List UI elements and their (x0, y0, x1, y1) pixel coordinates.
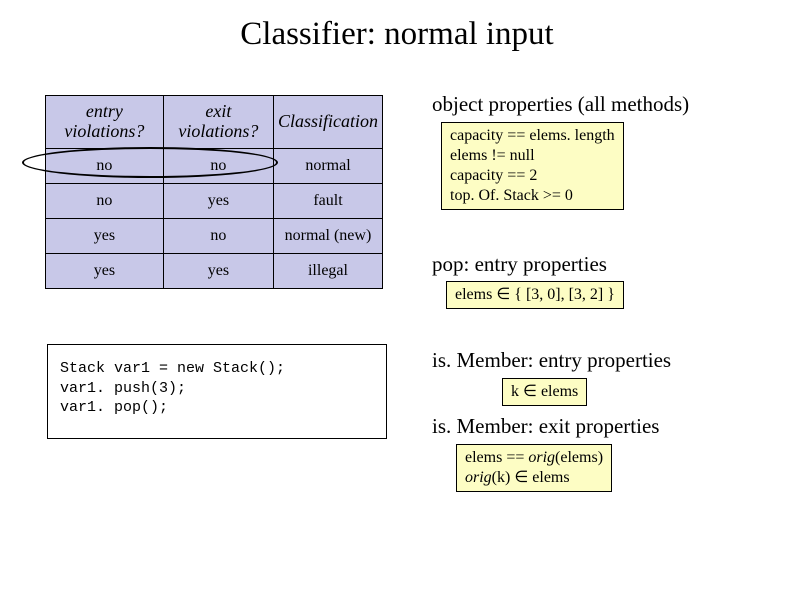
cell-cls: normal (new) (273, 218, 382, 253)
text: (elems) (555, 449, 603, 466)
table-row: no yes fault (46, 183, 383, 218)
object-properties-header: object properties (all methods) (432, 92, 689, 117)
ismember-entry-box: k ∈ elems (502, 378, 587, 406)
table-row: yes yes illegal (46, 253, 383, 288)
cell-exit: yes (163, 253, 273, 288)
col-entry-violations: entry violations? (46, 96, 164, 149)
orig-text: orig (465, 469, 492, 486)
table-row: yes no normal (new) (46, 218, 383, 253)
ismember-exit-header: is. Member: exit properties (432, 414, 659, 439)
cell-cls: fault (273, 183, 382, 218)
slide-title: Classifier: normal input (0, 16, 794, 53)
text: (k) ∈ elems (492, 469, 570, 486)
prop-line: elems == orig(elems) (465, 448, 603, 468)
cell-entry: yes (46, 218, 164, 253)
prop-line: capacity == elems. length (450, 126, 615, 146)
prop-line: elems != null (450, 146, 615, 166)
ismember-exit-box: elems == orig(elems) orig(k) ∈ elems (456, 444, 612, 492)
prop-line: orig(k) ∈ elems (465, 468, 603, 488)
text: elems == (465, 449, 528, 466)
orig-text: orig (528, 449, 555, 466)
pop-entry-box: elems ∈ { [3, 0], [3, 2] } (446, 281, 624, 309)
prop-line: capacity == 2 (450, 166, 615, 186)
col-classification: Classification (273, 96, 382, 149)
highlight-ellipse (22, 147, 278, 178)
cell-exit: no (163, 218, 273, 253)
prop-line: top. Of. Stack >= 0 (450, 186, 615, 206)
code-snippet: Stack var1 = new Stack(); var1. push(3);… (47, 344, 387, 439)
cell-entry: yes (46, 253, 164, 288)
cell-cls: illegal (273, 253, 382, 288)
object-properties-box: capacity == elems. length elems != null … (441, 122, 624, 210)
pop-entry-header: pop: entry properties (432, 252, 607, 277)
col-exit-violations: exit violations? (163, 96, 273, 149)
classification-table: entry violations? exit violations? Class… (45, 95, 383, 289)
cell-entry: no (46, 183, 164, 218)
ismember-entry-header: is. Member: entry properties (432, 348, 671, 373)
prop-line: k ∈ elems (511, 382, 578, 402)
prop-line: elems ∈ { [3, 0], [3, 2] } (455, 285, 615, 305)
cell-exit: yes (163, 183, 273, 218)
cell-cls: normal (273, 148, 382, 183)
